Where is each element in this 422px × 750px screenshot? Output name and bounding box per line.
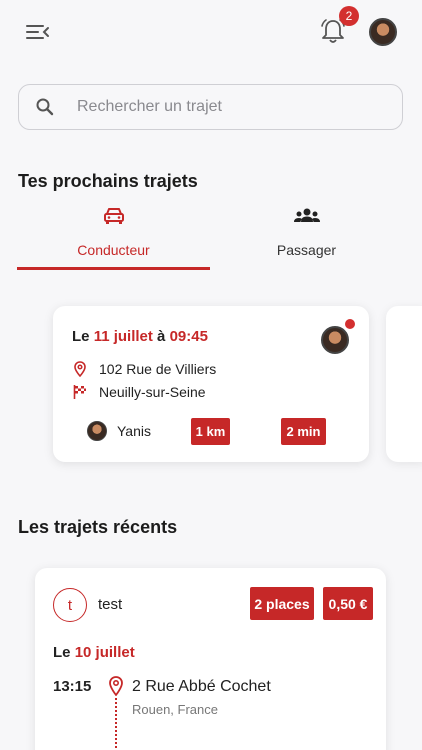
trip-date: Le 10 juillet [53, 644, 135, 661]
top-bar: 2 [0, 0, 422, 64]
avatar [87, 421, 107, 441]
trip-time: 13:15 [53, 678, 92, 695]
driver-name: Yanis [117, 423, 151, 439]
upcoming-trip-card[interactable]: Le 11 juillet à 09:45 102 Rue de Villier… [53, 306, 369, 462]
departure-city: Rouen, France [132, 702, 218, 717]
active-tab-indicator [17, 267, 210, 270]
trip-date: Le 11 juillet à 09:45 [72, 328, 208, 345]
recent-title: Les trajets récents [18, 517, 178, 537]
checkered-flag-icon [73, 385, 86, 399]
tab-conducteur[interactable]: Conducteur [17, 204, 210, 264]
avatar[interactable] [369, 18, 397, 46]
places-badge: 2 places [250, 587, 314, 620]
upcoming-title: Tes prochains trajets [18, 171, 198, 191]
search-icon [36, 98, 54, 116]
recent-trip-card[interactable]: t test 2 places 0,50 € Le 10 juillet 13:… [35, 568, 386, 750]
destination-row: Neuilly-sur-Seine [72, 384, 206, 400]
status-dot [345, 319, 355, 329]
menu-collapse-icon[interactable] [24, 20, 50, 44]
route-line [115, 698, 117, 748]
car-icon [103, 208, 124, 224]
tab-label: Passager [276, 242, 337, 258]
location-pin-icon [109, 676, 123, 696]
search-bar[interactable] [18, 84, 403, 130]
departure-address: 2 Rue Abbé Cochet [132, 678, 271, 695]
trip-initial: t [53, 588, 87, 622]
next-card-peek[interactable] [386, 306, 422, 462]
people-icon [293, 208, 320, 222]
distance-badge: 1 km [191, 418, 230, 445]
trip-name: test [98, 596, 123, 613]
avatar [321, 326, 349, 354]
tab-label: Conducteur [77, 242, 150, 258]
price-badge: 0,50 € [323, 587, 373, 620]
duration-badge: 2 min [281, 418, 326, 445]
tab-passager[interactable]: Passager [210, 204, 403, 264]
location-pin-icon [74, 361, 86, 377]
origin-row: 102 Rue de Villiers [72, 361, 216, 377]
notification-badge: 2 [339, 6, 359, 26]
search-input[interactable] [77, 98, 377, 116]
driver-info: Yanis [87, 421, 151, 441]
